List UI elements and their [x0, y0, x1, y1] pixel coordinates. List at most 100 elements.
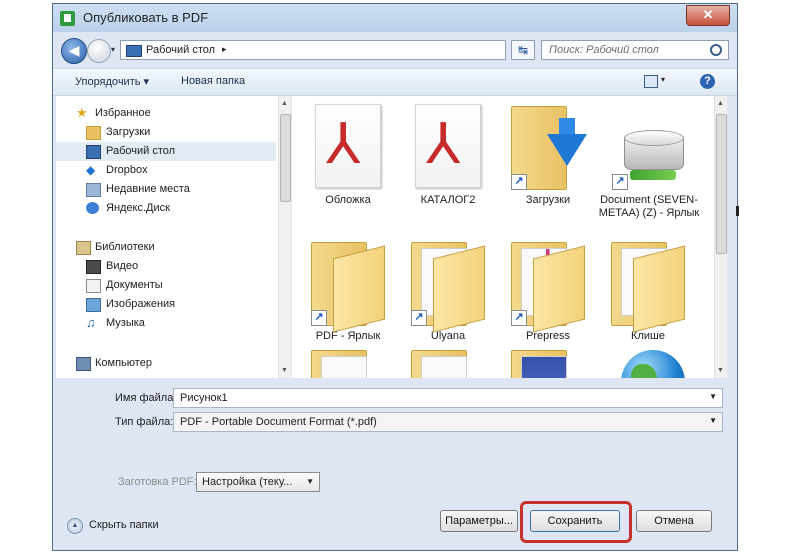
help-button[interactable]: ?: [700, 74, 715, 89]
filename-label: Имя файла:: [115, 392, 177, 404]
file-item[interactable]: ↗ Загрузки: [500, 104, 596, 207]
file-list-scrollbar[interactable]: ▲ ▼: [714, 96, 727, 378]
command-toolbar: Упорядочить ▾ Новая папка ▾ ?: [53, 68, 737, 96]
nav-group-computer[interactable]: Компьютер: [56, 354, 276, 373]
nav-item-label: Видео: [106, 260, 139, 272]
filetype-value[interactable]: PDF - Portable Document Format (*.pdf): [180, 416, 377, 428]
pdf-preset-select[interactable]: Настройка (теку... ▼: [196, 472, 320, 492]
filename-input[interactable]: Рисунок1 ▼: [173, 388, 723, 408]
arrow-left-icon: ◀: [68, 42, 80, 58]
search-input[interactable]: Поиск: Рабочий стол: [541, 40, 729, 60]
file-item[interactable]: ↗ PDF - Ярлык: [300, 240, 396, 343]
file-item[interactable]: [300, 348, 396, 378]
file-item[interactable]: [600, 346, 696, 378]
breadcrumb-location[interactable]: Рабочий стол: [146, 44, 215, 56]
file-item[interactable]: [500, 348, 596, 378]
chevron-down-icon[interactable]: ▼: [709, 392, 717, 401]
nav-group-label: Компьютер: [95, 357, 152, 369]
file-list-scroll-thumb[interactable]: [716, 114, 727, 254]
organize-button[interactable]: Упорядочить ▾: [75, 75, 149, 88]
nav-item-label: Музыка: [106, 317, 145, 329]
nav-item-documents[interactable]: Документы: [56, 276, 276, 295]
parameters-button[interactable]: Параметры...: [440, 510, 518, 532]
shortcut-arrow-icon: ↗: [311, 310, 327, 326]
folder-icon: [609, 240, 687, 333]
title-bar[interactable]: Опубликовать в PDF ✕: [53, 4, 737, 32]
file-item[interactable]: ⅄ КАТАЛОГ2: [400, 104, 496, 207]
edge-mark: [736, 206, 739, 216]
search-placeholder: Поиск: Рабочий стол: [549, 44, 659, 56]
breadcrumb-arrow-icon[interactable]: ▸: [222, 44, 227, 55]
desktop-icon: [86, 145, 101, 159]
nav-scrollbar[interactable]: ▲ ▼: [278, 96, 291, 378]
shortcut-arrow-icon: ↗: [511, 310, 527, 326]
file-item[interactable]: ⅄ Обложка: [300, 104, 396, 207]
nav-item-label: Загрузки: [106, 126, 151, 138]
file-item[interactable]: Клише: [600, 240, 696, 343]
nav-group-favorites[interactable]: ★ Избранное: [56, 104, 276, 123]
recent-places-icon: [86, 183, 101, 197]
refresh-button[interactable]: ↹: [511, 40, 535, 60]
history-dropdown-icon[interactable]: ▾: [111, 45, 115, 54]
nav-item-pictures[interactable]: Изображения: [56, 295, 276, 314]
chevron-down-icon[interactable]: ▼: [306, 477, 314, 486]
scroll-down-icon[interactable]: ▼: [717, 367, 724, 374]
folder-icon: [409, 348, 487, 378]
network-drive-icon: ↗: [610, 104, 688, 190]
folder-icon: ↗: [409, 240, 487, 333]
nav-item-label: Недавние места: [106, 183, 190, 195]
view-icon: [644, 75, 658, 88]
file-item[interactable]: ↗ Document (SEVEN-METAA) (Z) - Ярлык: [596, 104, 702, 220]
address-bar[interactable]: Рабочий стол ▸: [120, 40, 506, 60]
nav-item-downloads[interactable]: Загрузки: [56, 123, 276, 142]
file-item[interactable]: [400, 348, 496, 378]
nav-item-music[interactable]: ♫ Музыка: [56, 314, 276, 333]
scroll-up-icon[interactable]: ▲: [281, 100, 288, 107]
chevron-down-icon[interactable]: ▾: [661, 75, 665, 84]
dropbox-icon: ◆: [86, 163, 96, 177]
nav-item-recent-places[interactable]: Недавние места: [56, 180, 276, 199]
nav-item-desktop[interactable]: Рабочий стол: [56, 142, 276, 161]
nav-item-label: Яндекс.Диск: [106, 202, 170, 214]
nav-item-yandex-disk[interactable]: Яндекс.Диск: [56, 199, 276, 218]
refresh-icon: ↹: [517, 43, 529, 57]
back-button[interactable]: ◀: [61, 38, 87, 64]
filetype-select[interactable]: PDF - Portable Document Format (*.pdf) ▼: [173, 412, 723, 432]
new-folder-button[interactable]: Новая папка: [181, 75, 245, 87]
chevron-down-icon[interactable]: ▼: [709, 416, 717, 425]
nav-item-dropbox[interactable]: ◆ Dropbox: [56, 161, 276, 180]
yandex-disk-icon: [86, 202, 99, 214]
nav-group-libraries[interactable]: Библиотеки: [56, 238, 276, 257]
file-label: PDF - Ярлык: [315, 330, 381, 342]
forward-button[interactable]: [87, 39, 111, 63]
hide-folders-toggle[interactable]: ▲ Скрыть папки: [67, 517, 177, 535]
window-title: Опубликовать в PDF: [83, 10, 209, 25]
file-list[interactable]: ⅄ Обложка ⅄ КАТАЛОГ2 ↗ Загрузки ↗ Docume…: [292, 96, 714, 378]
star-icon: ★: [76, 105, 88, 120]
shortcut-arrow-icon: ↗: [612, 174, 628, 190]
search-icon: [710, 44, 722, 56]
downloads-icon: [86, 126, 101, 140]
pdf-file-icon: ⅄: [415, 104, 481, 188]
filetype-label: Тип файла:: [115, 416, 174, 428]
close-button[interactable]: ✕: [686, 5, 730, 26]
filename-value[interactable]: Рисунок1: [180, 392, 228, 404]
file-item[interactable]: ↗ Ulyana: [400, 240, 496, 343]
save-as-pdf-dialog: Опубликовать в PDF ✕ ◀ ▾ Рабочий стол ▸ …: [52, 3, 738, 551]
nav-scroll-thumb[interactable]: [280, 114, 291, 202]
globe-icon: [609, 346, 687, 378]
change-view-button[interactable]: ▾: [644, 75, 670, 88]
scroll-up-icon[interactable]: ▲: [717, 100, 724, 107]
pdf-preset-value[interactable]: Настройка (теку...: [202, 476, 292, 488]
pdf-preset-label: Заготовка PDF:: [118, 476, 197, 488]
navigation-pane[interactable]: ★ Избранное Загрузки Рабочий стол ◆ Drop…: [56, 96, 291, 378]
app-icon: [60, 11, 75, 26]
file-item[interactable]: ↗ Prepress: [500, 240, 596, 343]
nav-item-video[interactable]: Видео: [56, 257, 276, 276]
scroll-down-icon[interactable]: ▼: [281, 367, 288, 374]
file-label: Ulyana: [430, 330, 466, 342]
shortcut-arrow-icon: ↗: [411, 310, 427, 326]
nav-item-label: Рабочий стол: [106, 145, 176, 157]
cancel-button[interactable]: Отмена: [636, 510, 712, 532]
desktop-icon: [126, 45, 142, 57]
